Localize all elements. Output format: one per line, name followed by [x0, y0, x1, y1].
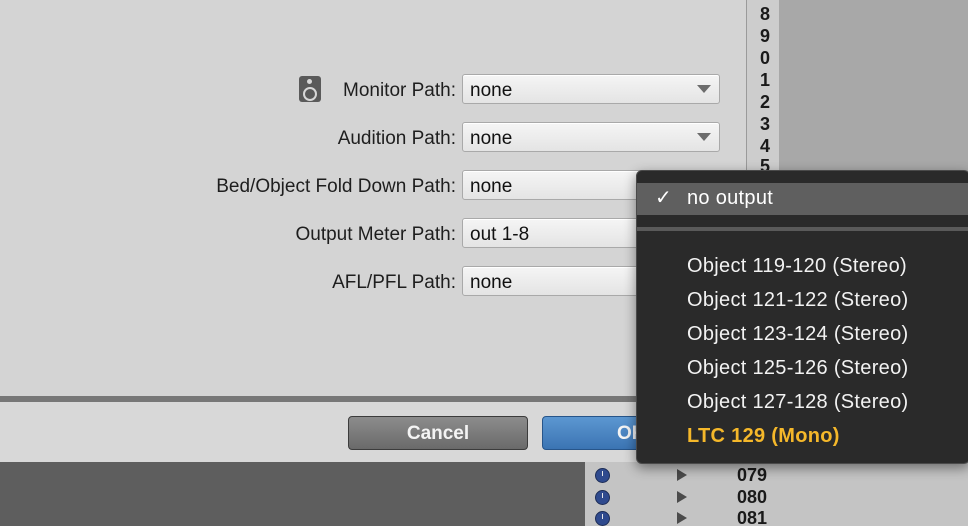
chevron-down-icon [697, 133, 711, 141]
monitor-path-select[interactable]: none [462, 74, 720, 104]
speaker-icon [299, 76, 321, 102]
row-number: 0 [760, 48, 771, 68]
menu-item-object-119-120[interactable]: Object 119-120 (Stereo) [687, 255, 907, 278]
track-list: 079 080 081 [585, 462, 968, 526]
menu-item-label: no output [687, 187, 774, 209]
background-bottom: 079 080 081 [0, 462, 968, 526]
clock-icon[interactable] [595, 511, 610, 526]
output-meter-path-row: Output Meter Path: out 1-8 [0, 218, 746, 252]
output-meter-path-value: out 1-8 [470, 224, 530, 245]
menu-item-object-123-124[interactable]: Object 123-124 (Stereo) [687, 323, 908, 346]
output-path-popup-menu: ✓ no output Object 119-120 (Stereo) Obje… [636, 170, 968, 464]
audition-path-select[interactable]: none [462, 122, 720, 152]
menu-item-object-121-122[interactable]: Object 121-122 (Stereo) [687, 289, 908, 312]
clock-icon[interactable] [595, 490, 610, 505]
track-number: 079 [737, 465, 768, 485]
row-number: 8 [760, 4, 771, 24]
track-row[interactable]: 079 [585, 464, 968, 486]
afl-pfl-path-label: AFL/PFL Path: [332, 272, 456, 293]
track-row[interactable]: 081 [585, 507, 968, 526]
monitor-path-label: Monitor Path: [343, 80, 456, 101]
afl-pfl-path-value: none [470, 272, 513, 293]
output-meter-path-label: Output Meter Path: [295, 224, 456, 245]
menu-item-object-125-126[interactable]: Object 125-126 (Stereo) [687, 357, 908, 380]
track-number: 081 [737, 508, 768, 526]
row-number: 1 [760, 70, 771, 90]
row-number: 3 [760, 114, 771, 134]
row-number: 9 [760, 26, 771, 46]
path-settings-dialog: Monitor Path: none Audition Path: none B… [0, 0, 747, 462]
play-arrow-icon[interactable] [677, 491, 687, 503]
clock-icon[interactable] [595, 468, 610, 483]
afl-pfl-path-row: AFL/PFL Path: none [0, 266, 746, 300]
monitor-path-value: none [470, 80, 513, 101]
row-number: 2 [760, 92, 771, 112]
fold-down-path-value: none [470, 176, 513, 197]
play-arrow-icon[interactable] [677, 469, 687, 481]
audition-path-label: Audition Path: [337, 128, 456, 149]
menu-item-object-127-128[interactable]: Object 127-128 (Stereo) [687, 391, 908, 414]
fold-down-path-label: Bed/Object Fold Down Path: [216, 176, 456, 197]
monitor-path-row: Monitor Path: none [0, 74, 746, 108]
cancel-button[interactable]: Cancel [348, 416, 528, 450]
fold-down-path-row: Bed/Object Fold Down Path: none [0, 170, 746, 204]
screen: 8 9 0 1 2 3 4 5 079 080 081 Monitor Path… [0, 0, 968, 526]
track-number: 080 [737, 487, 768, 507]
play-arrow-icon[interactable] [677, 512, 687, 524]
chevron-down-icon [697, 85, 711, 93]
track-row[interactable]: 080 [585, 486, 968, 508]
audition-path-value: none [470, 128, 513, 149]
row-number: 4 [760, 136, 771, 156]
audition-path-row: Audition Path: none [0, 122, 746, 156]
menu-item-no-output[interactable]: ✓ no output [637, 183, 968, 215]
menu-item-ltc-129[interactable]: LTC 129 (Mono) [687, 425, 840, 448]
checkmark-icon: ✓ [655, 185, 672, 209]
menu-separator [637, 227, 968, 231]
